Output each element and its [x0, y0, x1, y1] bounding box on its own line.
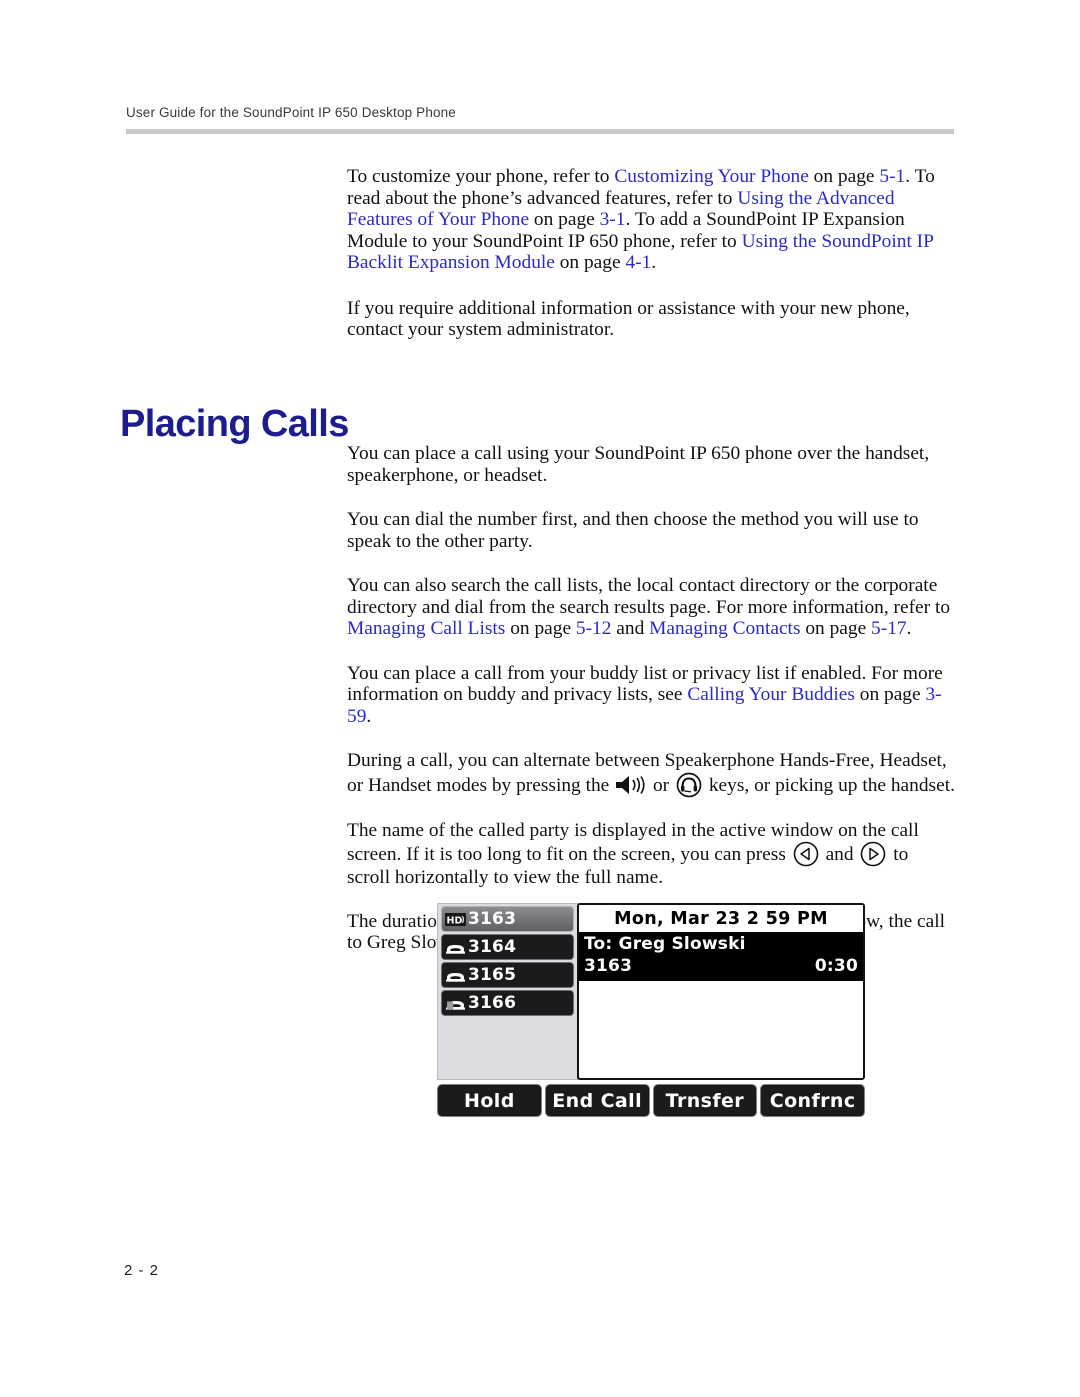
text-segment: on page	[529, 209, 600, 230]
empty-call-area	[579, 981, 863, 1043]
text-segment: keys, or picking up the handset.	[703, 774, 955, 796]
intro-block: To customize your phone, refer to Custom…	[347, 166, 955, 341]
phone-screen-figure: HD 3163 3164 3165 3166 Mon, Mar 23 2 59 …	[437, 903, 865, 1125]
paragraph-dial-first: You can dial the number first, and then …	[347, 509, 919, 552]
line-key-3163[interactable]: HD 3163	[441, 906, 574, 932]
text-segment: or	[648, 774, 674, 796]
soft-key-bar: Hold End Call Trnsfer Confrnc	[437, 1084, 865, 1117]
header-divider	[126, 129, 954, 134]
text-segment: on page	[854, 684, 926, 705]
line-key-label: 3163	[468, 908, 517, 929]
paragraph-alternate-modes: During a call, you can alternate between…	[347, 750, 955, 798]
softkey-hold[interactable]: Hold	[437, 1084, 542, 1117]
link-page-5-17[interactable]: 5-17	[871, 618, 907, 639]
softkey-conference[interactable]: Confrnc	[760, 1084, 865, 1117]
link-page-3-1[interactable]: 3-1	[600, 209, 626, 230]
link-calling-your-buddies[interactable]: Calling Your Buddies	[687, 684, 855, 705]
page-title: Placing Calls	[120, 403, 349, 446]
phone-screen: HD 3163 3164 3165 3166 Mon, Mar 23 2 59 …	[437, 903, 865, 1083]
paragraph-handset-modes: You can place a call using your SoundPoi…	[347, 443, 930, 486]
text-segment: on page	[808, 166, 880, 187]
line-key-label: 3165	[468, 964, 517, 985]
text-segment: and	[611, 618, 650, 639]
phone-handset-icon	[445, 996, 466, 1011]
text-segment: To customize your phone, refer to	[347, 166, 615, 187]
text-segment: on page	[505, 618, 576, 639]
link-page-4-1[interactable]: 4-1	[625, 252, 651, 273]
text-segment: and	[820, 844, 859, 865]
line-key-3165[interactable]: 3165	[441, 962, 574, 988]
line-key-3166[interactable]: 3166	[441, 990, 574, 1016]
arrow-right-icon	[858, 841, 888, 867]
text-segment: .	[906, 618, 912, 639]
paragraph-buddy-list: You can place a call from your buddy lis…	[347, 663, 955, 728]
link-managing-call-lists[interactable]: Managing Call Lists	[347, 618, 505, 639]
softkey-transfer[interactable]: Trnsfer	[652, 1084, 758, 1117]
line-key-3164[interactable]: 3164	[441, 934, 574, 960]
softkey-end-call[interactable]: End Call	[544, 1084, 650, 1117]
text-segment: on page	[554, 252, 626, 273]
page-number: 2 - 2	[124, 1262, 160, 1279]
call-recipient: To: Greg Slowski	[584, 934, 746, 954]
text-segment: .	[366, 705, 372, 727]
call-line-number: 3163	[584, 956, 633, 976]
link-page-5-1[interactable]: 5-1	[879, 166, 905, 187]
svg-text:HD: HD	[447, 915, 463, 926]
link-customizing-your-phone[interactable]: Customizing Your Phone	[614, 166, 808, 187]
speakerphone-icon	[614, 774, 648, 796]
text-segment: on page	[800, 618, 872, 639]
call-duration: 0:30	[814, 956, 858, 976]
call-display-area: Mon, Mar 23 2 59 PM To: Greg Slowski 316…	[577, 903, 865, 1080]
paragraph-scroll-name: The name of the called party is displaye…	[347, 820, 955, 889]
page-header: User Guide for the SoundPoint IP 650 Des…	[126, 105, 954, 134]
line-key-label: 3166	[468, 992, 517, 1013]
status-bar-datetime: Mon, Mar 23 2 59 PM	[579, 905, 863, 932]
text-segment: You can also search the call lists, the …	[347, 575, 951, 618]
phone-handset-icon	[445, 940, 466, 955]
placing-calls-body: You can place a call using your SoundPoi…	[347, 443, 955, 954]
headset-icon	[674, 772, 704, 798]
line-key-panel: HD 3163 3164 3165 3166	[437, 903, 579, 1080]
call-line-row: 3163 0:30	[584, 955, 858, 977]
link-page-5-12[interactable]: 5-12	[576, 618, 612, 639]
paragraph-search-lists: You can also search the call lists, the …	[347, 575, 955, 640]
arrow-left-icon	[791, 841, 821, 867]
running-head: User Guide for the SoundPoint IP 650 Des…	[126, 105, 456, 120]
line-key-label: 3164	[468, 936, 517, 957]
phone-handset-icon	[445, 968, 466, 983]
text-segment: .	[651, 252, 657, 273]
active-call-block: To: Greg Slowski 3163 0:30	[579, 932, 863, 981]
link-managing-contacts[interactable]: Managing Contacts	[649, 618, 800, 639]
intro-paragraph-1: To customize your phone, refer to Custom…	[347, 166, 955, 274]
hd-audio-icon: HD	[445, 912, 466, 927]
intro-paragraph-2: If you require additional information or…	[347, 297, 910, 341]
